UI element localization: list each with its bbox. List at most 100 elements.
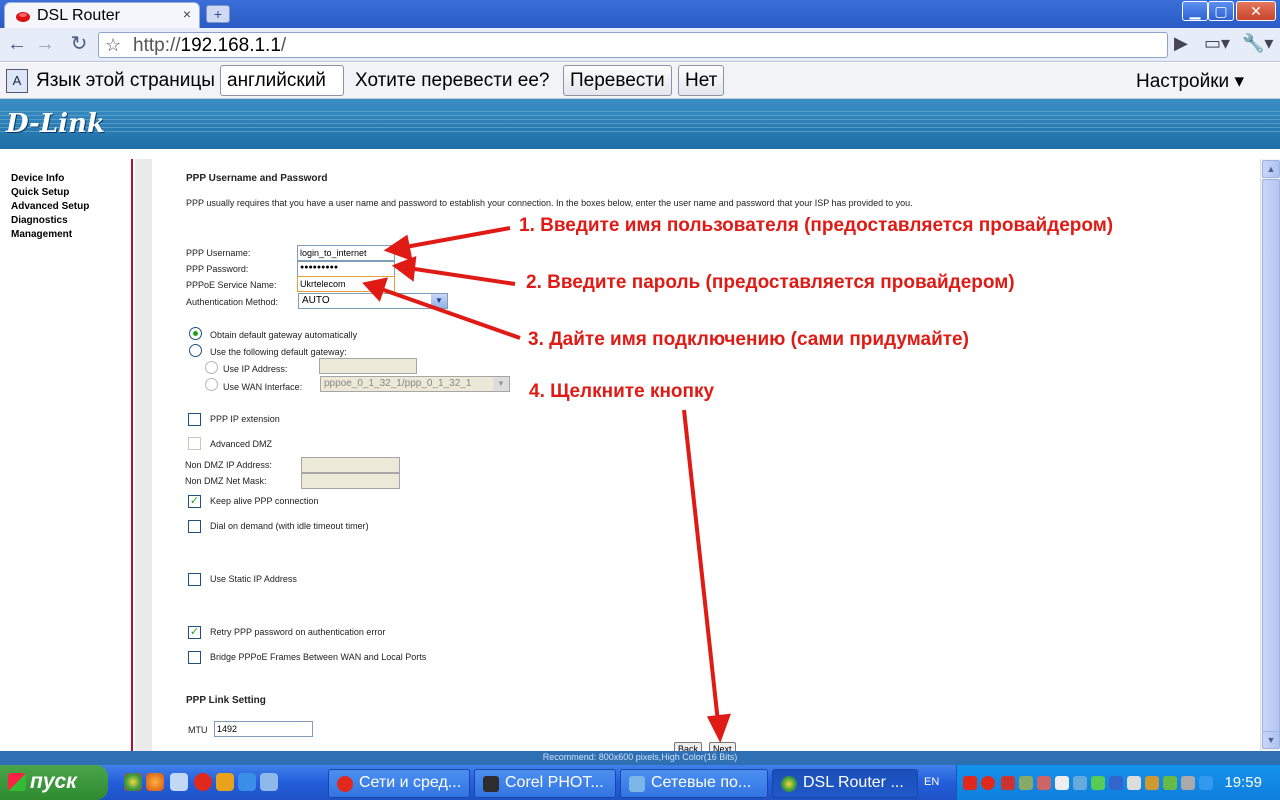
translate-bar: A Язык этой страницы английский ▾ Хотите… <box>0 63 1280 114</box>
password-label: PPP Password: <box>186 264 249 274</box>
non-dmz-ip-label: Non DMZ IP Address: <box>185 460 272 470</box>
annotation-step-4: 4. Щелкните кнопку <box>529 381 715 402</box>
tray-gear-icon[interactable] <box>1091 776 1105 790</box>
page-footer: Recommend: 800x600 pixels,High Color(16 … <box>0 751 1280 765</box>
sidebar-item-quick-setup[interactable]: Quick Setup <box>11 187 69 198</box>
back-arrow-icon[interactable]: ← <box>4 33 30 57</box>
gateway-auto-label: Obtain default gateway automatically <box>210 330 358 340</box>
mtu-label: MTU <box>188 725 208 735</box>
tray-network-icon[interactable] <box>1181 776 1195 790</box>
ppp-ip-extension-label: PPP IP extension <box>210 414 280 424</box>
gateway-manual-radio[interactable] <box>189 344 202 357</box>
scroll-up-icon[interactable]: ▲ <box>1262 160 1280 178</box>
tray-opera-icon[interactable] <box>963 776 977 790</box>
tray-opera2-icon[interactable] <box>981 776 995 790</box>
dial-on-demand-checkbox[interactable] <box>188 520 201 533</box>
scroll-down-icon[interactable]: ▼ <box>1262 731 1280 749</box>
network-icon <box>629 776 645 792</box>
use-ip-radio[interactable] <box>205 361 218 374</box>
page-menu-icon[interactable]: ▭▾ <box>1204 33 1230 54</box>
bookmark-star-icon[interactable]: ☆ <box>105 35 121 56</box>
address-bar[interactable]: ☆ http://192.168.1.1/ <box>98 32 1168 58</box>
language-select[interactable]: английский ▾ <box>220 65 344 114</box>
go-arrow-icon[interactable]: ▶ <box>1174 33 1188 54</box>
use-wan-radio[interactable] <box>205 378 218 391</box>
sidebar-item-device-info[interactable]: Device Info <box>11 173 64 184</box>
annotation-step-2: 2. Введите пароль (предоставляется прова… <box>526 272 1015 293</box>
vertical-scrollbar[interactable]: ▲ ▼ <box>1260 159 1280 751</box>
url-text: http://192.168.1.1/ <box>133 35 287 56</box>
reload-icon[interactable]: ↻ <box>66 33 92 57</box>
mtu-input[interactable]: 1492 <box>214 721 313 737</box>
opera-icon <box>337 776 353 792</box>
service-name-label: PPPoE Service Name: <box>186 280 277 290</box>
banner-gap <box>0 149 1260 159</box>
close-window-button[interactable]: ✕ <box>1236 1 1276 21</box>
retry-password-checkbox[interactable]: ✓ <box>188 626 201 639</box>
username-input[interactable]: login_to_internet <box>297 245 395 261</box>
show-desktop-icon[interactable] <box>260 773 278 791</box>
tray-app3-icon[interactable] <box>1145 776 1159 790</box>
tray-x-icon[interactable] <box>1055 776 1069 790</box>
sidebar-item-diagnostics[interactable]: Diagnostics <box>11 215 68 226</box>
translate-question: Хотите перевести ее? <box>355 70 550 91</box>
sidebar-item-management[interactable]: Management <box>11 229 72 240</box>
language-indicator[interactable]: EN <box>924 776 939 788</box>
new-tab-button[interactable]: + <box>206 5 230 23</box>
service-name-input[interactable]: Ukrtelecom <box>297 276 395 292</box>
gateway-auto-radio[interactable] <box>189 327 202 340</box>
volume-icon[interactable] <box>1127 776 1141 790</box>
non-dmz-mask-input[interactable] <box>301 473 400 489</box>
wrench-menu-icon[interactable]: 🔧▾ <box>1242 33 1273 54</box>
annotation-step-3: 3. Дайте имя подключению (сами придумайт… <box>528 329 969 350</box>
firefox-icon[interactable] <box>146 773 164 791</box>
chrome-icon[interactable] <box>124 773 142 791</box>
maximize-button[interactable]: ▢ <box>1208 1 1234 21</box>
static-ip-checkbox[interactable] <box>188 573 201 586</box>
sidebar: Device Info Quick Setup Advanced Setup D… <box>0 159 133 751</box>
clock[interactable]: 19:59 <box>1224 774 1262 791</box>
password-input[interactable]: ●●●●●●●●● <box>297 261 395 277</box>
tab-dsl-router[interactable]: DSL Router × <box>4 2 200 28</box>
static-ip-label: Use Static IP Address <box>210 574 297 584</box>
tray-shield-icon[interactable] <box>1019 776 1033 790</box>
tray-monitor-icon[interactable] <box>1199 776 1213 790</box>
tab-title: DSL Router <box>37 7 120 24</box>
task-network-connections[interactable]: Сетевые по... <box>620 769 768 798</box>
keep-alive-checkbox[interactable]: ✓ <box>188 495 201 508</box>
sidebar-item-advanced-setup[interactable]: Advanced Setup <box>11 201 89 212</box>
corel-icon <box>483 776 499 792</box>
gateway-manual-label: Use the following default gateway: <box>210 347 347 357</box>
gateway-ip-input[interactable] <box>319 358 417 374</box>
tab-close-icon[interactable]: × <box>183 6 191 22</box>
opera-icon[interactable] <box>194 773 212 791</box>
task-network-settings[interactable]: Сети и сред... <box>328 769 470 798</box>
non-dmz-ip-input[interactable] <box>301 457 400 473</box>
tray-app4-icon[interactable] <box>1163 776 1177 790</box>
tray-globe-icon[interactable] <box>1073 776 1087 790</box>
tray-app-icon[interactable] <box>1001 776 1015 790</box>
quicklaunch-icon[interactable] <box>170 773 188 791</box>
wan-interface-select[interactable]: pppoe_0_1_32_1/ppp_0_1_32_1 ▼ <box>320 376 510 392</box>
tray-c-icon[interactable] <box>1109 776 1123 790</box>
scroll-thumb[interactable] <box>1262 179 1280 733</box>
auth-method-select[interactable]: AUTO ▼ <box>298 293 448 309</box>
non-dmz-mask-label: Non DMZ Net Mask: <box>185 476 267 486</box>
bridge-pppoe-label: Bridge PPPoE Frames Between WAN and Loca… <box>210 652 427 662</box>
forward-arrow-icon[interactable]: → <box>32 33 58 57</box>
minimize-button[interactable]: ▁ <box>1182 1 1208 21</box>
ie-icon[interactable] <box>238 773 256 791</box>
tray-app2-icon[interactable] <box>1037 776 1051 790</box>
ppp-ip-extension-checkbox[interactable] <box>188 413 201 426</box>
translate-label: Язык этой страницы <box>36 70 215 91</box>
translate-settings-button[interactable]: Настройки ▾ <box>1136 70 1244 93</box>
bridge-pppoe-checkbox[interactable] <box>188 651 201 664</box>
translate-button[interactable]: Перевести <box>563 65 672 96</box>
task-dsl-router[interactable]: DSL Router ... <box>772 769 918 798</box>
start-button[interactable]: пуск <box>0 765 108 800</box>
task-corel-photo[interactable]: Corel PHOT... <box>474 769 616 798</box>
no-translate-button[interactable]: Нет <box>678 65 725 96</box>
use-wan-label: Use WAN Interface: <box>223 382 303 392</box>
advanced-dmz-checkbox[interactable] <box>188 437 201 450</box>
app-grid-icon[interactable] <box>216 773 234 791</box>
